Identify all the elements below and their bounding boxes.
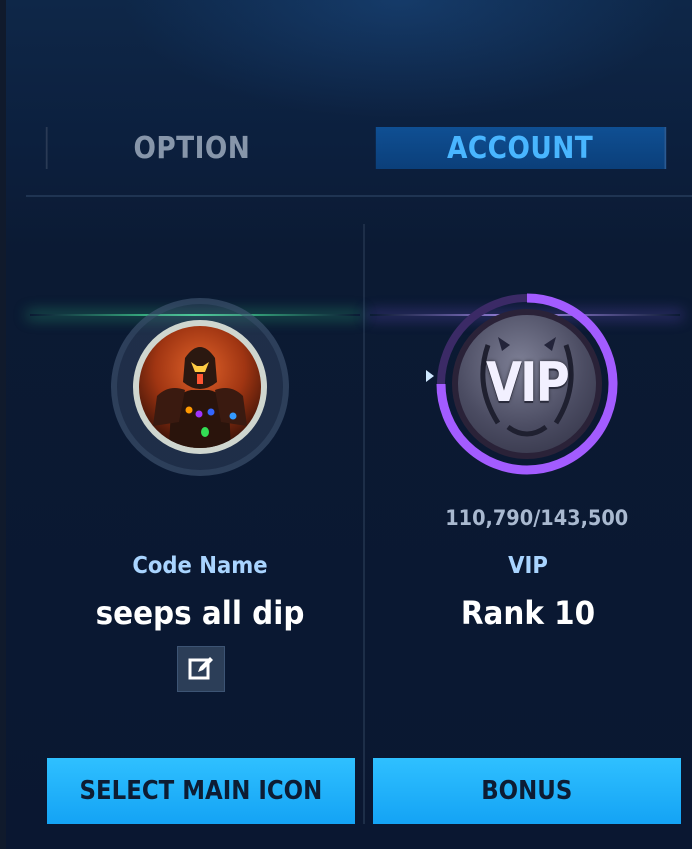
bonus-button[interactable]: BONUS bbox=[373, 758, 681, 824]
vip-rank: Rank 10 bbox=[460, 594, 596, 632]
tab-account[interactable]: ACCOUNT bbox=[375, 127, 667, 169]
code-name-value: seeps all dip bbox=[95, 594, 305, 632]
vip-badge-frame: VIP bbox=[435, 292, 619, 476]
avatar-frame bbox=[111, 298, 289, 476]
vip-badge[interactable]: VIP bbox=[452, 309, 602, 459]
tab-option[interactable]: OPTION bbox=[45, 127, 336, 169]
edit-name-button[interactable] bbox=[177, 646, 225, 692]
code-name-label: Code Name bbox=[132, 553, 268, 579]
vip-label: VIP bbox=[508, 553, 548, 579]
edit-icon bbox=[188, 657, 213, 680]
account-screen: OPTION ACCOUNT Code Name seeps all dip S… bbox=[0, 0, 692, 849]
avatar bbox=[133, 320, 267, 454]
select-main-icon-label: SELECT MAIN ICON bbox=[79, 776, 323, 806]
background-glow bbox=[120, 0, 680, 120]
bonus-label: BONUS bbox=[481, 776, 573, 806]
tab-divider bbox=[26, 195, 692, 197]
vip-badge-text: VIP bbox=[485, 351, 570, 414]
avatar-character-icon bbox=[153, 347, 247, 448]
tab-bar: OPTION ACCOUNT bbox=[26, 127, 692, 171]
vip-progress-text: 110,790/143,500 bbox=[445, 506, 629, 530]
column-divider bbox=[363, 224, 365, 824]
select-main-icon-button[interactable]: SELECT MAIN ICON bbox=[47, 758, 355, 824]
left-edge-panel bbox=[0, 0, 6, 849]
